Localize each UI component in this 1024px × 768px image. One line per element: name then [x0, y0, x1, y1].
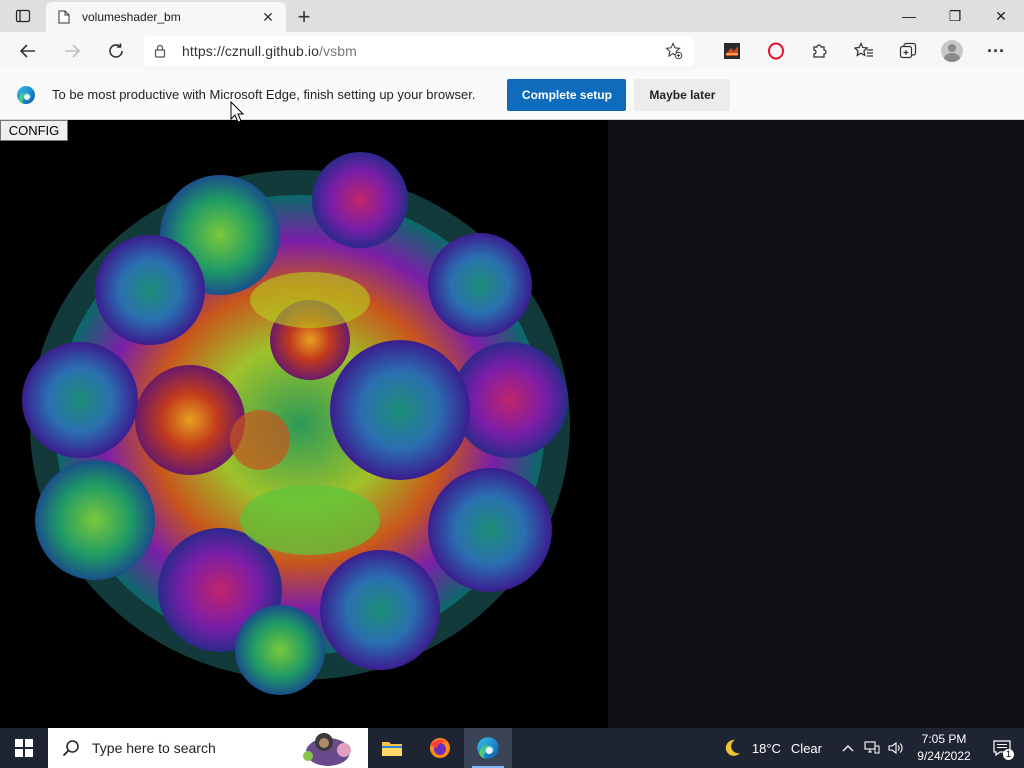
clock-date: 9/24/2022 — [917, 749, 971, 763]
windows-taskbar: Type here to search 18°C Clear 7:05 PM 9… — [0, 728, 1024, 768]
more-menu-icon[interactable]: ··· — [974, 35, 1018, 67]
taskbar-clock[interactable]: 7:05 PM 9/24/2022 — [908, 731, 980, 765]
lock-icon[interactable] — [154, 44, 170, 58]
minimize-button[interactable]: — — [886, 0, 932, 32]
profile-button[interactable] — [930, 35, 974, 67]
profile-avatar — [941, 40, 963, 62]
add-favorite-icon[interactable] — [664, 42, 684, 60]
page-content: CONFIG — [0, 120, 1024, 728]
browser-toolbar: https://cznull.github.io/vsbm ··· — [0, 32, 1024, 70]
network-icon[interactable] — [860, 741, 884, 755]
opera-ring-icon[interactable] — [754, 35, 798, 67]
game-extension-icon[interactable] — [710, 35, 754, 67]
favorites-icon[interactable] — [842, 35, 886, 67]
collections-icon[interactable] — [886, 35, 930, 67]
search-highlight-art-icon[interactable] — [296, 730, 360, 766]
close-window-button[interactable]: ✕ — [978, 0, 1024, 32]
refresh-button[interactable] — [94, 35, 138, 67]
url-path: /vsbm — [319, 43, 357, 59]
search-placeholder: Type here to search — [92, 740, 216, 756]
right-dark-panel — [608, 120, 1024, 728]
complete-setup-button[interactable]: Complete setup — [507, 78, 627, 111]
tab-title: volumeshader_bm — [82, 10, 181, 24]
windows-logo-icon — [15, 739, 33, 757]
maximize-button[interactable]: ❒ — [932, 0, 978, 32]
url-host: https://cznull.github.io — [182, 43, 320, 59]
new-tab-button[interactable]: + — [286, 2, 322, 32]
window-controls: — ❒ ✕ — [886, 0, 1024, 32]
back-button[interactable] — [6, 35, 50, 67]
clock-time: 7:05 PM — [921, 732, 967, 746]
tab-actions-button[interactable] — [0, 0, 46, 32]
taskbar-search-box[interactable]: Type here to search — [48, 728, 368, 768]
address-bar[interactable]: https://cznull.github.io/vsbm — [144, 36, 694, 66]
url-text[interactable]: https://cznull.github.io/vsbm — [182, 43, 664, 59]
puzzle-extensions-icon[interactable] — [798, 35, 842, 67]
back-arrow-icon — [19, 44, 35, 58]
infobar-message: To be most productive with Microsoft Edg… — [52, 87, 476, 102]
notification-center-button[interactable]: 1 — [980, 728, 1024, 768]
file-explorer-icon[interactable] — [368, 728, 416, 768]
chevron-up-icon[interactable] — [836, 744, 860, 752]
volume-icon[interactable] — [884, 741, 908, 755]
tab-close-icon[interactable]: ✕ — [260, 9, 276, 25]
edge-icon[interactable] — [464, 728, 512, 768]
mouse-cursor-icon — [230, 101, 244, 123]
firefox-icon[interactable] — [416, 728, 464, 768]
start-button[interactable] — [0, 728, 48, 768]
forward-button[interactable] — [50, 35, 94, 67]
title-bar: volumeshader_bm ✕ + — ❒ ✕ — [0, 0, 1024, 32]
moon-icon — [725, 739, 740, 756]
tab-actions-icon — [15, 9, 31, 23]
forward-arrow-icon — [65, 44, 81, 58]
notification-count: 1 — [1002, 749, 1014, 760]
search-icon — [62, 740, 79, 757]
setup-infobar: To be most productive with Microsoft Edg… — [0, 70, 1024, 120]
system-tray: 18°C Clear 7:05 PM 9/24/2022 1 — [722, 728, 1024, 768]
weather-condition: Clear — [790, 740, 822, 756]
volume-shader-render[interactable] — [10, 140, 590, 710]
browser-tab[interactable]: volumeshader_bm ✕ — [46, 2, 286, 32]
weather-widget[interactable]: 18°C Clear — [722, 738, 822, 758]
page-icon — [56, 9, 72, 25]
maybe-later-button[interactable]: Maybe later — [634, 78, 731, 111]
config-button[interactable]: CONFIG — [0, 120, 68, 141]
refresh-icon — [109, 43, 123, 58]
weather-temp: 18°C — [751, 740, 781, 756]
edge-logo-icon — [17, 85, 35, 104]
